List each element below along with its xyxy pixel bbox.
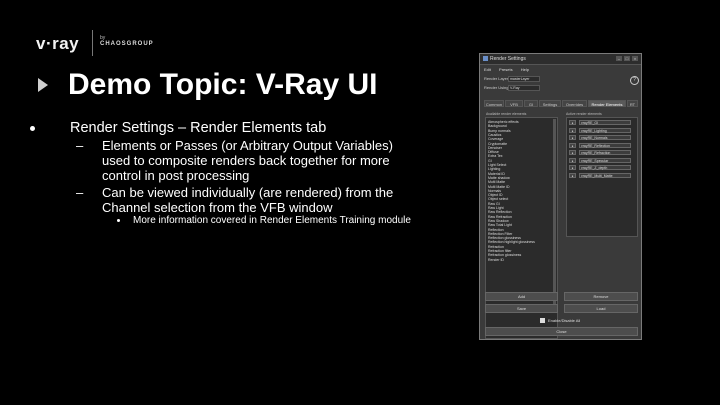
menu-help[interactable]: Help <box>521 67 529 72</box>
minimize-button[interactable]: – <box>616 56 622 61</box>
save-button[interactable]: Save <box>485 304 558 313</box>
tab-common[interactable]: Common <box>484 100 504 107</box>
active-element-name[interactable]: vrayRE_Refraction <box>579 150 631 155</box>
element-toggle-icon[interactable]: ● <box>569 142 576 148</box>
element-toggle-icon[interactable]: ● <box>569 120 576 125</box>
element-toggle-icon[interactable]: ● <box>569 157 576 163</box>
element-toggle-icon[interactable]: ● <box>569 172 576 178</box>
sub-bullet-elements: Elements or Passes (or Arbitrary Output … <box>102 138 393 183</box>
active-element-row[interactable]: ● vrayRE_Lighting <box>569 127 635 134</box>
menu-presets[interactable]: Presets <box>499 67 513 72</box>
sub-bullet-dash: – <box>76 185 84 200</box>
sub-sub-bullet-dot-icon <box>117 219 120 222</box>
bullet-dot-icon <box>30 126 35 131</box>
active-element-row[interactable]: ● vrayRE_Reflection <box>569 142 635 149</box>
maya-app-icon <box>483 56 488 61</box>
active-element-name[interactable]: vrayRE_Z_depth <box>579 165 631 170</box>
sub-bullet-channel: Can be viewed individually (are rendered… <box>102 185 394 215</box>
render-using-label: Render Using <box>484 85 509 90</box>
enable-all-checkbox[interactable] <box>540 318 545 323</box>
tab-vfb[interactable]: VFB <box>505 100 523 107</box>
available-elements-label: Available render elements <box>486 112 527 116</box>
tab-overrides[interactable]: Overrides <box>562 100 587 107</box>
slide-title: Demo Topic: V-Ray UI <box>68 68 378 101</box>
bullet-render-settings: Render Settings – Render Elements tab <box>70 120 327 136</box>
active-element-row[interactable]: ● vrayRE_Normals <box>569 135 635 141</box>
active-element-row[interactable]: ● vrayRE_Refraction <box>569 150 635 156</box>
vray-logo-text: v·ray <box>36 34 80 53</box>
title-arrow-icon <box>38 78 48 92</box>
load-button[interactable]: Load <box>564 304 638 313</box>
element-toggle-icon[interactable]: ● <box>569 165 576 170</box>
tab-gi[interactable]: GI <box>524 100 538 107</box>
menu-bar: Edit Presets Help <box>484 67 536 72</box>
vray-chaosgroup-logo: v·ray by CHAOSGROUP <box>36 30 176 58</box>
active-elements-list[interactable]: ● vrayRE_GI ● vrayRE_Lighting ● vrayRE_Normal… <box>566 117 638 237</box>
active-element-name[interactable]: vrayRE_Lighting <box>579 127 631 133</box>
active-element-row[interactable]: ● vrayRE_Multi_Matte <box>569 172 635 179</box>
tab-rt[interactable]: RT <box>627 100 638 107</box>
tab-render-elements[interactable]: Render Elements <box>588 100 626 107</box>
render-layer-label: Render Layer <box>484 76 509 81</box>
help-icon[interactable]: ? <box>630 76 639 85</box>
render-settings-tabs: Common VFB GI Settings Overrides Render … <box>484 100 639 108</box>
close-window-button[interactable]: × <box>632 56 638 61</box>
logo-divider <box>92 30 93 56</box>
enable-all-label: Enable/Disable All <box>548 318 581 323</box>
active-element-name[interactable]: vrayRE_Specular <box>579 157 631 163</box>
sub-sub-bullet-training: More information covered in Render Eleme… <box>133 215 411 226</box>
remove-element-button[interactable]: Remove <box>564 292 638 301</box>
element-toggle-icon[interactable]: ● <box>569 127 576 133</box>
available-list-scrollbar[interactable] <box>553 119 556 304</box>
active-element-name[interactable]: vrayRE_Reflection <box>579 142 631 148</box>
active-element-name[interactable]: vrayRE_Multi_Matte <box>579 172 631 178</box>
render-using-dropdown[interactable]: V-Ray <box>508 85 540 91</box>
close-button[interactable]: Close <box>485 327 638 336</box>
active-elements-label: Active render elements <box>566 112 602 116</box>
chaosgroup-logo-text: CHAOSGROUP <box>100 41 154 47</box>
window-titlebar: Render Settings – □ × <box>480 54 641 65</box>
active-element-name[interactable]: vrayRE_Normals <box>579 135 631 140</box>
active-element-row[interactable]: ● vrayRE_GI <box>569 120 635 126</box>
menu-edit[interactable]: Edit <box>484 67 491 72</box>
add-element-button[interactable]: Add <box>485 292 558 301</box>
active-element-row[interactable]: ● vrayRE_Specular <box>569 157 635 164</box>
window-title: Render Settings <box>490 56 526 62</box>
active-element-name[interactable]: vrayRE_GI <box>579 120 631 125</box>
element-toggle-icon[interactable]: ● <box>569 135 576 140</box>
tab-settings[interactable]: Settings <box>539 100 561 107</box>
render-layer-dropdown[interactable]: masterLayer <box>508 76 540 82</box>
active-element-row[interactable]: ● vrayRE_Z_depth <box>569 165 635 171</box>
available-element-item[interactable]: Render ID <box>488 258 504 262</box>
maximize-button[interactable]: □ <box>624 56 630 61</box>
sub-bullet-dash: – <box>76 138 84 153</box>
render-settings-window: Render Settings – □ × Edit Presets Help … <box>479 53 642 340</box>
element-toggle-icon[interactable]: ● <box>569 150 576 155</box>
